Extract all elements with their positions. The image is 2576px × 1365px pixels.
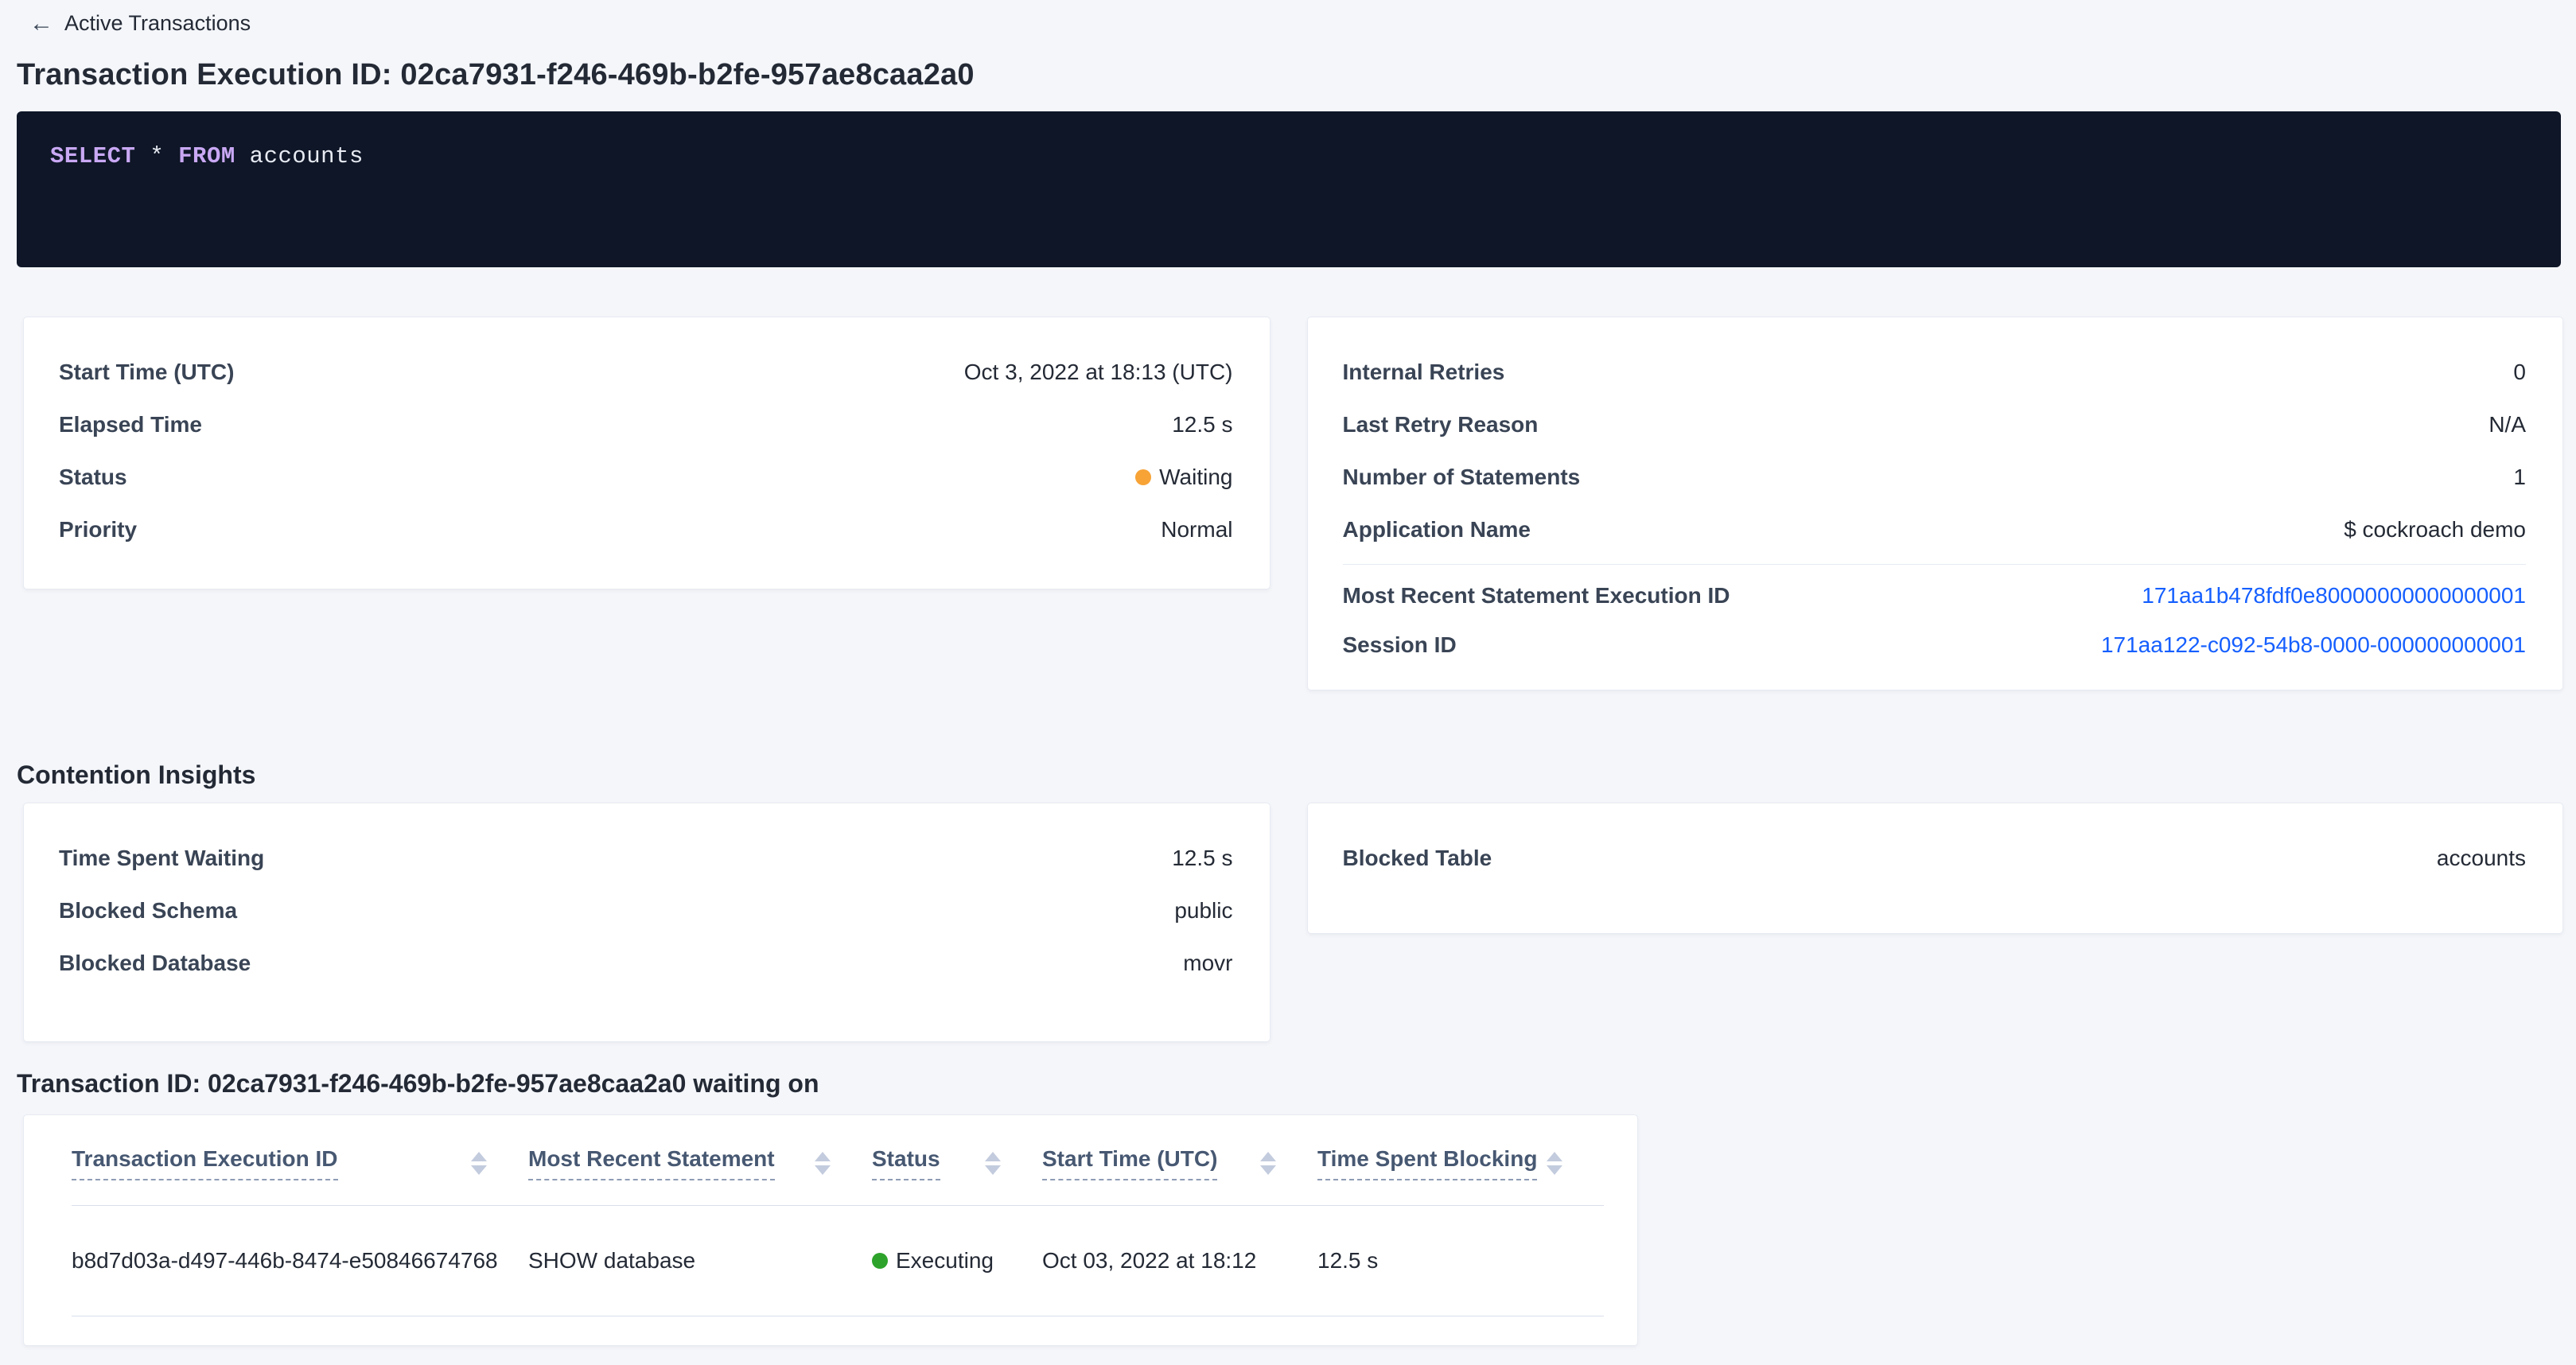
row-label: Elapsed Time — [59, 412, 202, 438]
session-id-link[interactable]: 171aa122-c092-54b8-0000-000000000001 — [2101, 632, 2526, 658]
cell-most-recent-statement: SHOW database — [528, 1248, 872, 1274]
summary-row-number-of-statements: Number of Statements 1 — [1343, 451, 2527, 504]
column-header-time-spent-blocking[interactable]: Time Spent Blocking — [1317, 1146, 1604, 1180]
summary-row-elapsed-time: Elapsed Time 12.5 s — [59, 399, 1233, 451]
column-header-label: Time Spent Blocking — [1317, 1146, 1537, 1180]
row-label: Internal Retries — [1343, 360, 1505, 385]
summary-row-session-id: Session ID 171aa122-c092-54b8-0000-00000… — [1343, 620, 2527, 670]
sort-icon[interactable] — [815, 1152, 831, 1175]
summary-row-application-name: Application Name $ cockroach demo — [1343, 504, 2527, 556]
row-label: Time Spent Waiting — [59, 846, 264, 871]
row-label: Most Recent Statement Execution ID — [1343, 583, 1730, 609]
waiting-on-heading: Transaction ID: 02ca7931-f246-469b-b2fe-… — [17, 1069, 2563, 1099]
row-value: 12.5 s — [1172, 846, 1232, 871]
summary-card-right: Internal Retries 0 Last Retry Reason N/A… — [1307, 317, 2564, 690]
contention-insights-heading: Contention Insights — [17, 760, 2563, 790]
column-header-transaction-execution-id[interactable]: Transaction Execution ID — [72, 1146, 528, 1180]
summary-row-priority: Priority Normal — [59, 504, 1233, 556]
summary-cards-row: Start Time (UTC) Oct 3, 2022 at 18:13 (U… — [23, 317, 2563, 690]
status-executing-dot-icon — [872, 1253, 888, 1269]
sql-keyword-from: FROM — [178, 143, 235, 169]
waiting-on-table-card: Transaction Execution ID Most Recent Sta… — [23, 1114, 1638, 1346]
sort-icon[interactable] — [1547, 1152, 1562, 1175]
sort-icon[interactable] — [1260, 1152, 1276, 1175]
column-header-label: Transaction Execution ID — [72, 1146, 338, 1180]
sort-icon[interactable] — [471, 1152, 487, 1175]
row-label: Application Name — [1343, 517, 1531, 542]
row-label: Priority — [59, 517, 137, 542]
summary-row-start-time: Start Time (UTC) Oct 3, 2022 at 18:13 (U… — [59, 346, 1233, 399]
summary-row-internal-retries: Internal Retries 0 — [1343, 346, 2527, 399]
row-label: Start Time (UTC) — [59, 360, 234, 385]
summary-card-left: Start Time (UTC) Oct 3, 2022 at 18:13 (U… — [23, 317, 1270, 589]
column-header-label: Most Recent Statement — [528, 1146, 775, 1180]
row-label: Blocked Table — [1343, 846, 1492, 871]
column-header-label: Status — [872, 1146, 940, 1180]
sql-statement-box: SELECT * FROM accounts — [17, 111, 2561, 267]
column-header-start-time[interactable]: Start Time (UTC) — [1042, 1146, 1317, 1180]
contention-card-left: Time Spent Waiting 12.5 s Blocked Schema… — [23, 803, 1270, 1042]
row-value: Normal — [1161, 517, 1232, 542]
cell-transaction-execution-id: b8d7d03a-d497-446b-8474-e50846674768 — [72, 1248, 528, 1274]
summary-row-statement-execution-id: Most Recent Statement Execution ID 171aa… — [1343, 571, 2527, 620]
row-value: 1 — [2513, 465, 2526, 490]
row-value: accounts — [2437, 846, 2526, 871]
cell-time-spent-blocking: 12.5 s — [1317, 1248, 1604, 1274]
column-header-status[interactable]: Status — [872, 1146, 1042, 1180]
back-link-label: Active Transactions — [64, 11, 251, 36]
back-arrow-icon: ← — [29, 12, 53, 36]
row-label: Status — [59, 465, 127, 490]
status-waiting-dot-icon — [1135, 469, 1151, 485]
contention-row-blocked-database: Blocked Database movr — [59, 937, 1233, 990]
row-label: Blocked Schema — [59, 898, 237, 924]
row-value: 12.5 s — [1172, 412, 1232, 438]
row-label: Blocked Database — [59, 951, 251, 976]
cell-status: Executing — [872, 1248, 1042, 1274]
sort-icon[interactable] — [985, 1152, 1001, 1175]
column-header-label: Start Time (UTC) — [1042, 1146, 1217, 1180]
sql-star: * — [150, 143, 164, 169]
row-value: $ cockroach demo — [2344, 517, 2526, 542]
status-text: Waiting — [1159, 465, 1232, 490]
sql-keyword-select: SELECT — [50, 143, 135, 169]
column-header-most-recent-statement[interactable]: Most Recent Statement — [528, 1146, 872, 1180]
row-label: Session ID — [1343, 632, 1457, 658]
summary-row-last-retry-reason: Last Retry Reason N/A — [1343, 399, 2527, 451]
statement-execution-id-link[interactable]: 171aa1b478fdf0e80000000000000001 — [2142, 583, 2526, 609]
page-title: Transaction Execution ID: 02ca7931-f246-… — [17, 58, 2563, 92]
row-value: Oct 3, 2022 at 18:13 (UTC) — [964, 360, 1233, 385]
row-value: 0 — [2513, 360, 2526, 385]
card-divider — [1343, 564, 2527, 565]
row-value: public — [1174, 898, 1232, 924]
back-link-active-transactions[interactable]: ← Active Transactions — [29, 11, 251, 36]
row-value: movr — [1183, 951, 1232, 976]
table-row: b8d7d03a-d497-446b-8474-e50846674768 SHO… — [72, 1206, 1604, 1316]
sql-table-name: accounts — [250, 143, 364, 169]
contention-row-blocked-schema: Blocked Schema public — [59, 885, 1233, 937]
contention-row-time-spent-waiting: Time Spent Waiting 12.5 s — [59, 832, 1233, 885]
waiting-on-table: Transaction Execution ID Most Recent Sta… — [72, 1115, 1604, 1316]
contention-cards-row: Time Spent Waiting 12.5 s Blocked Schema… — [23, 803, 2563, 1042]
transaction-details-page: ← Active Transactions Transaction Execut… — [0, 0, 2576, 1346]
status-text: Executing — [896, 1248, 994, 1274]
cell-start-time: Oct 03, 2022 at 18:12 — [1042, 1248, 1317, 1274]
table-header-row: Transaction Execution ID Most Recent Sta… — [72, 1115, 1604, 1206]
contention-row-blocked-table: Blocked Table accounts — [1343, 832, 2527, 885]
status-badge: Waiting — [1135, 465, 1232, 490]
contention-card-right: Blocked Table accounts — [1307, 803, 2564, 934]
row-label: Last Retry Reason — [1343, 412, 1539, 438]
row-value: N/A — [2488, 412, 2526, 438]
row-label: Number of Statements — [1343, 465, 1581, 490]
summary-row-status: Status Waiting — [59, 451, 1233, 504]
